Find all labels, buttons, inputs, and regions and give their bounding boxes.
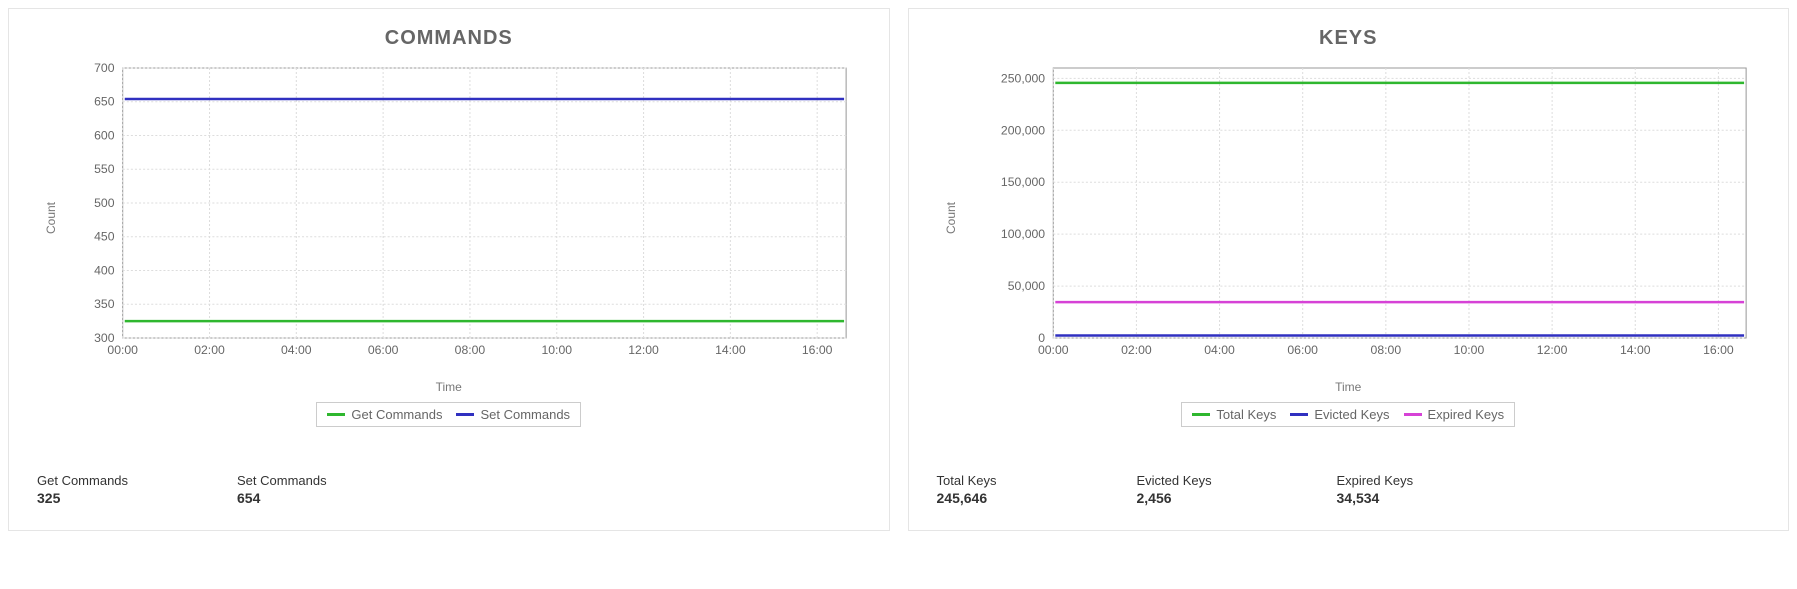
legend-item: Set Commands	[456, 407, 570, 422]
svg-text:500: 500	[94, 196, 115, 210]
svg-text:650: 650	[94, 95, 115, 109]
legend-item: Get Commands	[327, 407, 442, 422]
stat: Get Commands 325	[37, 473, 197, 506]
panel-keys-title: KEYS	[931, 27, 1767, 50]
legend-label: Set Commands	[480, 407, 570, 422]
svg-text:600: 600	[94, 129, 115, 143]
stat-value: 245,646	[937, 490, 1097, 506]
svg-text:14:00: 14:00	[1619, 343, 1650, 357]
chart-keys-ylabel: Count	[944, 202, 958, 234]
svg-text:06:00: 06:00	[1287, 343, 1318, 357]
svg-text:16:00: 16:00	[1703, 343, 1734, 357]
panel-keys: KEYS Count 050,000100,000150,000200,0002…	[908, 8, 1790, 531]
stat: Set Commands 654	[237, 473, 397, 506]
chart-keys-svg: 050,000100,000150,000200,000250,00000:00…	[931, 58, 1767, 378]
svg-text:08:00: 08:00	[455, 343, 486, 357]
legend-commands: Get Commands Set Commands	[316, 402, 581, 427]
chart-keys[interactable]: Count 050,000100,000150,000200,000250,00…	[931, 58, 1767, 378]
legend-item: Evicted Keys	[1290, 407, 1389, 422]
legend-label: Get Commands	[351, 407, 442, 422]
svg-text:200,000: 200,000	[1000, 123, 1044, 137]
stat: Evicted Keys 2,456	[1137, 473, 1297, 506]
legend-keys: Total Keys Evicted Keys Expired Keys	[1181, 402, 1515, 427]
legend-item: Expired Keys	[1404, 407, 1505, 422]
svg-text:12:00: 12:00	[628, 343, 659, 357]
chart-commands-ylabel: Count	[44, 202, 58, 234]
stat-value: 654	[237, 490, 397, 506]
svg-text:02:00: 02:00	[1121, 343, 1152, 357]
legend-swatch	[1192, 413, 1210, 416]
stat-label: Evicted Keys	[1137, 473, 1297, 488]
svg-text:250,000: 250,000	[1000, 71, 1044, 85]
svg-text:02:00: 02:00	[194, 343, 225, 357]
stat-label: Set Commands	[237, 473, 397, 488]
legend-swatch	[327, 413, 345, 416]
svg-text:450: 450	[94, 230, 115, 244]
svg-text:12:00: 12:00	[1536, 343, 1567, 357]
legend-swatch	[1404, 413, 1422, 416]
legend-label: Evicted Keys	[1314, 407, 1389, 422]
svg-text:350: 350	[94, 297, 115, 311]
svg-text:08:00: 08:00	[1370, 343, 1401, 357]
svg-text:04:00: 04:00	[1204, 343, 1235, 357]
chart-keys-xlabel: Time	[931, 380, 1767, 394]
svg-text:16:00: 16:00	[802, 343, 833, 357]
stat-value: 325	[37, 490, 197, 506]
legend-swatch	[456, 413, 474, 416]
legend-swatch	[1290, 413, 1308, 416]
dashboard: COMMANDS Count 3003504004505005506006507…	[8, 8, 1789, 531]
panel-commands-title: COMMANDS	[31, 27, 867, 50]
stats-commands: Get Commands 325 Set Commands 654	[31, 473, 867, 506]
stat: Total Keys 245,646	[937, 473, 1097, 506]
svg-text:150,000: 150,000	[1000, 175, 1044, 189]
svg-text:00:00: 00:00	[107, 343, 138, 357]
svg-text:04:00: 04:00	[281, 343, 312, 357]
chart-commands-svg: 30035040045050055060065070000:0002:0004:…	[31, 58, 867, 378]
svg-text:50,000: 50,000	[1007, 279, 1045, 293]
stat-value: 2,456	[1137, 490, 1297, 506]
stat-label: Get Commands	[37, 473, 197, 488]
legend-item: Total Keys	[1192, 407, 1276, 422]
chart-commands-xlabel: Time	[31, 380, 867, 394]
stat-value: 34,534	[1337, 490, 1497, 506]
stat-label: Total Keys	[937, 473, 1097, 488]
legend-label: Expired Keys	[1428, 407, 1505, 422]
svg-text:700: 700	[94, 61, 115, 75]
panel-commands: COMMANDS Count 3003504004505005506006507…	[8, 8, 890, 531]
svg-text:10:00: 10:00	[1453, 343, 1484, 357]
legend-label: Total Keys	[1216, 407, 1276, 422]
svg-text:550: 550	[94, 162, 115, 176]
stat: Expired Keys 34,534	[1337, 473, 1497, 506]
svg-text:06:00: 06:00	[368, 343, 399, 357]
stats-keys: Total Keys 245,646 Evicted Keys 2,456 Ex…	[931, 473, 1767, 506]
svg-text:14:00: 14:00	[715, 343, 746, 357]
stat-label: Expired Keys	[1337, 473, 1497, 488]
chart-commands[interactable]: Count 30035040045050055060065070000:0002…	[31, 58, 867, 378]
svg-text:00:00: 00:00	[1037, 343, 1068, 357]
svg-text:10:00: 10:00	[541, 343, 572, 357]
svg-text:400: 400	[94, 264, 115, 278]
svg-text:100,000: 100,000	[1000, 227, 1044, 241]
